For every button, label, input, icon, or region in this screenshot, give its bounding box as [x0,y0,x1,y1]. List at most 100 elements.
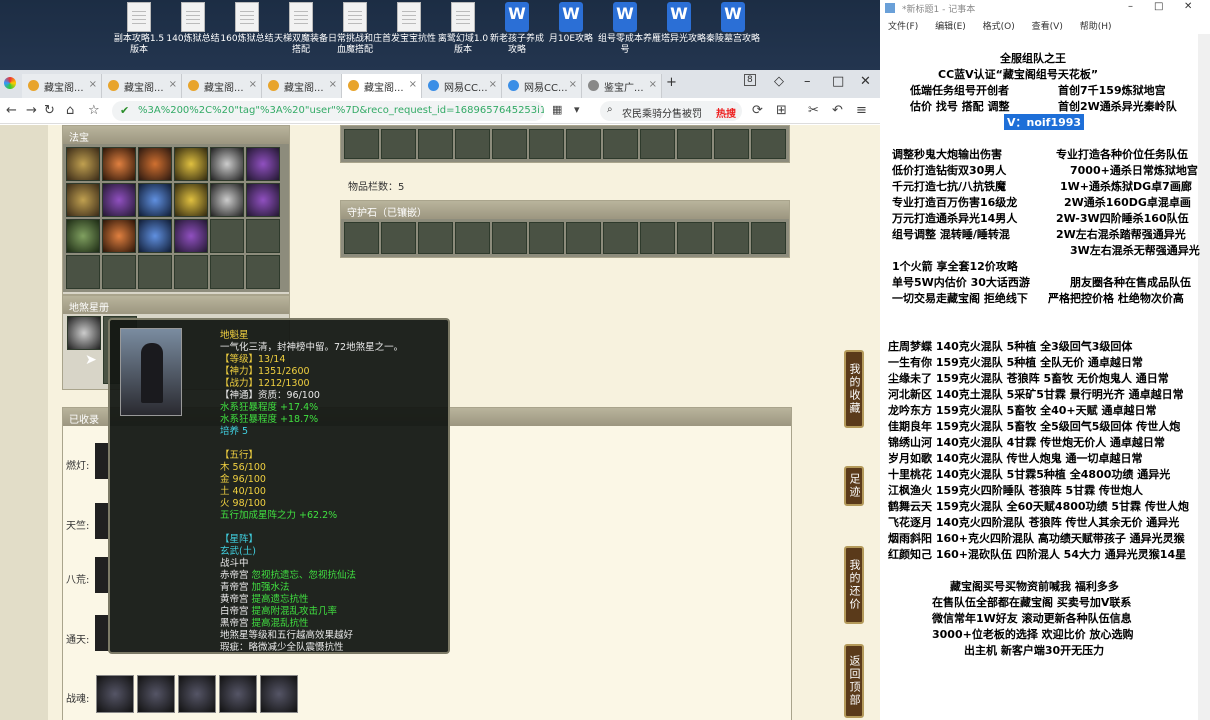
tab-cc[interactable]: 网易CC... × [422,74,502,98]
zhanhun-item[interactable] [178,675,216,713]
fabao-item[interactable] [66,183,100,217]
collected-item[interactable] [95,443,109,479]
fabao-item[interactable] [138,147,172,181]
grid-icon[interactable]: ▦ [552,103,562,116]
desktop-icon-file[interactable]: 天梯双魔装备搭配 [274,2,328,56]
maximize-icon[interactable]: □ [1154,1,1163,12]
inventory-panel [340,125,790,163]
palace-effect: 提高遗忘抗性 [251,594,309,605]
refresh-icon[interactable]: ⟳ [752,103,763,118]
fabao-item[interactable] [102,147,136,181]
text-line: 低价打造钻街双30男人 [892,164,1007,177]
scissors-icon[interactable]: ✂ [808,103,819,118]
close-icon[interactable]: × [409,79,417,90]
desktop-icon-file[interactable]: 160炼狱总结 [220,2,274,45]
row-label-tongtian: 通天: [66,635,90,646]
tab-cangbaoge[interactable]: 藏宝阁... × [22,74,102,98]
home-icon[interactable]: ⌂ [66,103,74,118]
fabao-item[interactable] [246,147,280,181]
grid-apps-icon[interactable]: ⊞ [776,103,787,118]
minimize-icon[interactable]: – [1128,1,1133,12]
fabao-item[interactable] [102,219,136,253]
fabao-item[interactable] [138,219,172,253]
team-listing: 鹤舞云天 159克火混队 全60天赋4800功绩 5甘霖 传世人炮 [888,500,1189,513]
palace-name: 白帝宫 [220,606,249,617]
menu-help[interactable]: 帮助(H) [1080,22,1112,32]
new-tab-button[interactable]: + [666,75,677,90]
reload-icon[interactable]: ↻ [44,103,55,118]
footprint-button[interactable]: 足迹 [844,466,864,506]
my-favorites-button[interactable]: 我的收藏 [844,350,864,428]
close-window-icon[interactable]: ✕ [860,74,871,89]
tab-cangbaoge[interactable]: 藏宝阁... × [182,74,262,98]
search-input[interactable]: ⌕ 农民乘骑分售被罚 热搜 [600,101,742,121]
collected-item[interactable] [95,615,109,651]
palace-name: 黄帝宫 [220,594,249,605]
menu-format[interactable]: 格式(O) [983,22,1015,32]
desktop-icon-file[interactable]: 副本攻略1.5版本 [112,2,166,56]
fabao-item[interactable] [210,183,244,217]
close-icon[interactable]: × [89,79,97,90]
desktop-icon-file[interactable]: 140炼狱总结 [166,2,220,45]
shirt-icon[interactable]: ◇ [774,74,784,89]
desktop-icon-word[interactable]: 新老孩子养成攻略 [490,2,544,56]
desktop-icon-file[interactable]: 离鹭幻域1.0版本 [436,2,490,56]
menu-edit[interactable]: 编辑(E) [935,22,966,32]
tab-cangbaoge[interactable]: 藏宝阁... × [102,74,182,98]
dropdown-icon[interactable]: ▾ [574,103,580,116]
close-icon[interactable]: × [489,79,497,90]
maximize-icon[interactable]: □ [832,74,844,89]
menu-view[interactable]: 查看(V) [1032,22,1063,32]
word-doc-icon [505,2,529,32]
fabao-item[interactable] [174,219,208,253]
fabao-item[interactable] [66,219,100,253]
tab-jianbao[interactable]: 鉴宝广... × [582,74,662,98]
zhanhun-item[interactable] [260,675,298,713]
zhanhun-item[interactable] [219,675,257,713]
notepad-scrollbar[interactable] [1198,34,1210,720]
hot-search-label[interactable]: 热搜 [716,105,736,120]
zhanhun-item[interactable] [137,675,175,713]
zhanhun-item[interactable] [96,675,134,713]
text-line: 专业打造各种价位任务队伍 [1056,148,1188,161]
minimize-icon[interactable]: – [804,74,811,89]
fabao-item[interactable] [66,147,100,181]
desktop-icon-file[interactable]: 首发宝宝抗性 [382,2,436,45]
desktop-icon-word[interactable]: 雁塔异光攻略 [652,2,706,45]
url-input[interactable]: ✔ %3A%200%2C%20"tag"%3A%20"user"%7D&reco_… [112,101,544,121]
my-counteroffer-button[interactable]: 我的还价 [844,546,864,624]
text-line: 单号5W内估价 30大话西游 [892,276,1030,289]
desktop-icon-word[interactable]: 月10E攻略 [544,2,598,45]
fabao-item[interactable] [210,147,244,181]
selected-contact-text[interactable]: V：noif1993 [1004,114,1085,130]
desktop-icon-file[interactable]: 日常挑战和庄血魔搭配 [328,2,382,56]
undo-icon[interactable]: ↶ [832,103,843,118]
fabao-item[interactable] [174,183,208,217]
fabao-item[interactable] [138,183,172,217]
bookmark-star-icon[interactable]: ☆ [88,103,100,118]
close-icon[interactable]: × [169,79,177,90]
close-window-icon[interactable]: ✕ [1184,1,1192,12]
back-icon[interactable]: ← [6,103,17,118]
menu-file[interactable]: 文件(F) [888,22,918,32]
disha-star-item[interactable] [67,316,101,350]
fabao-item[interactable] [102,183,136,217]
tab-cangbaoge-active[interactable]: 藏宝阁... × [342,74,422,98]
collected-item[interactable] [95,557,109,593]
desktop-icon-word[interactable]: 秦陵墓宫攻略 [706,2,760,45]
desktop-icon-word[interactable]: 组号零成本养号 [598,2,652,56]
back-to-top-button[interactable]: 返回顶部 [844,644,864,718]
tab-count-badge[interactable]: 8 [744,74,756,86]
forward-icon[interactable]: → [26,103,37,118]
close-icon[interactable]: × [249,79,257,90]
close-icon[interactable]: × [329,79,337,90]
close-icon[interactable]: × [569,79,577,90]
wuxing-bonus: 五行加成星阵之力 +62.2% [220,510,338,521]
collected-item[interactable] [95,503,109,539]
fabao-item[interactable] [174,147,208,181]
fabao-item[interactable] [246,183,280,217]
close-icon[interactable]: × [649,79,657,90]
menu-icon[interactable]: ≡ [856,103,867,118]
tab-cc[interactable]: 网易CC... × [502,74,582,98]
tab-cangbaoge[interactable]: 藏宝阁... × [262,74,342,98]
